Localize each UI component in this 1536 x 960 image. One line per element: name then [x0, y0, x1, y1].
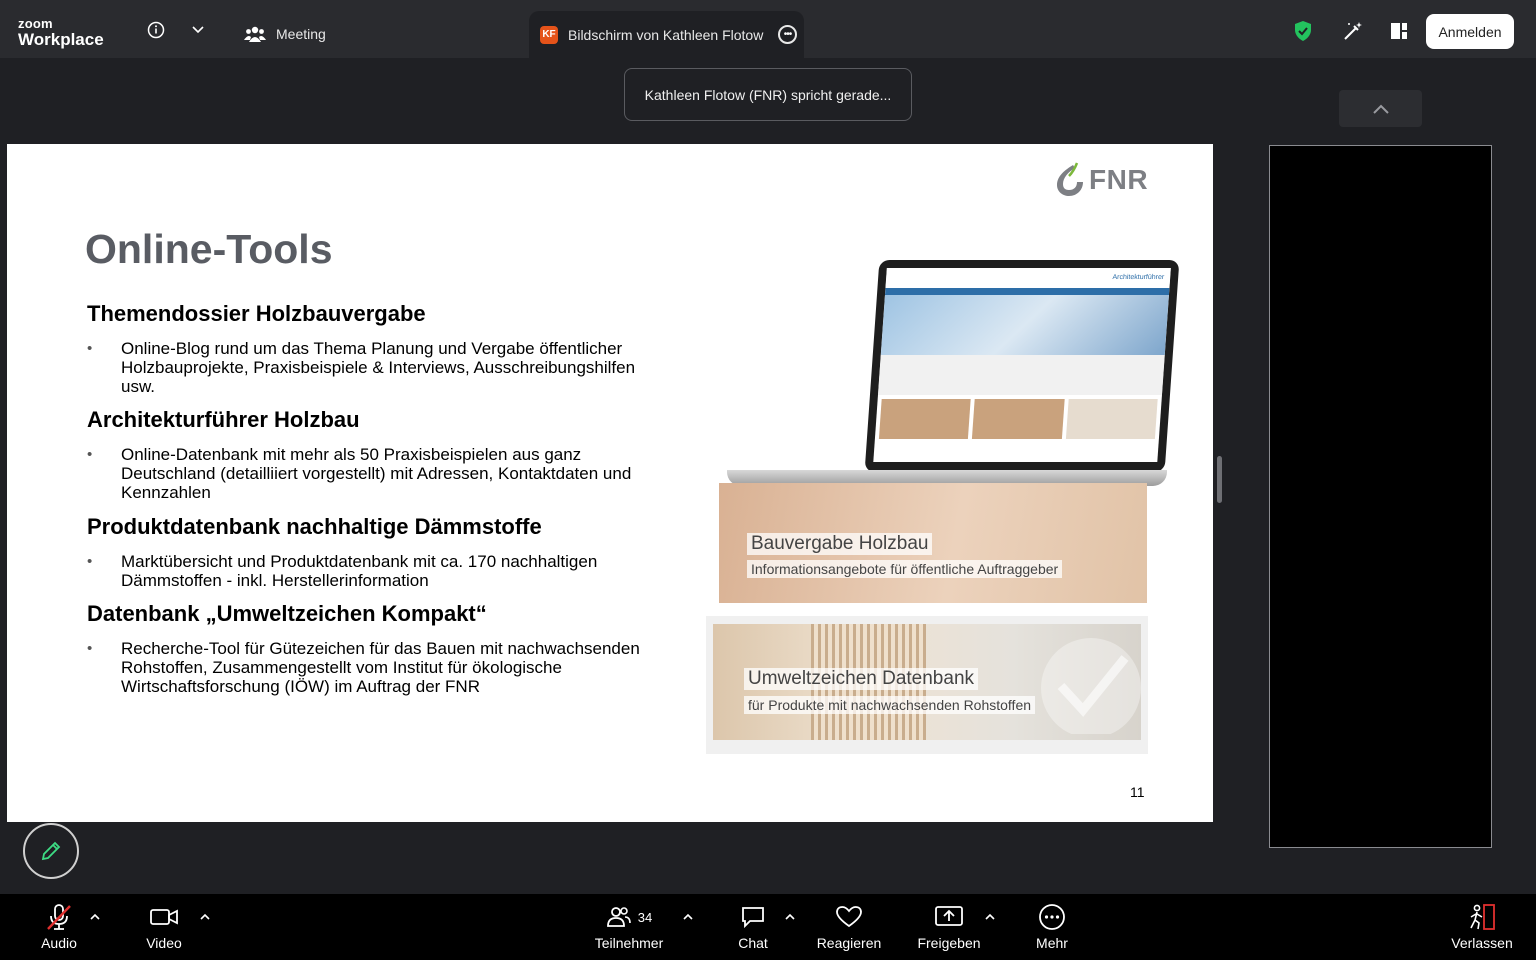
section-daemmstoffe: Produktdatenbank nachhaltige Dämmstoffe …: [87, 514, 647, 590]
chat-bubble-icon: [742, 907, 764, 929]
collapse-video-panel-button[interactable]: [1339, 90, 1422, 127]
layout-view-icon[interactable]: [1388, 20, 1410, 42]
slide-title: Online-Tools: [85, 226, 333, 272]
share-screen-icon: [935, 906, 963, 926]
heart-icon: [836, 906, 862, 928]
presenter-avatar: KF: [540, 25, 558, 44]
bauvergabe-card: Bauvergabe Holzbau Informationsangebote …: [719, 483, 1147, 603]
security-shield-icon[interactable]: [1292, 20, 1314, 42]
website-preview: Architekturführer: [873, 268, 1171, 462]
fnr-logo-icon: [1057, 162, 1083, 196]
screen-share-tab[interactable]: KF Bildschirm von Kathleen Flotow (F •••: [529, 11, 804, 58]
participants-count: 34: [637, 909, 653, 925]
section-umweltzeichen: Datenbank „Umweltzeichen Kompakt“ Recher…: [87, 601, 647, 696]
chat-options-caret[interactable]: [783, 909, 797, 923]
fnr-logo: FNR: [1053, 162, 1148, 198]
participants-icon: [606, 907, 631, 927]
pencil-icon: [41, 841, 61, 861]
laptop-image: Architekturführer Bauvergabe Holzbau Inf…: [707, 257, 1180, 607]
section-bullet: Online-Blog rund um das Thema Planung un…: [87, 339, 647, 396]
participants-options-caret[interactable]: [681, 909, 695, 923]
fnr-logo-text: FNR: [1089, 164, 1149, 195]
section-architekturfuehrer: Architekturführer Holzbau Online-Datenba…: [87, 407, 647, 502]
screen-share-title: Bildschirm von Kathleen Flotow (F: [568, 26, 768, 43]
section-heading: Produktdatenbank nachhaltige Dämmstoffe: [87, 514, 542, 539]
signin-button[interactable]: Anmelden: [1426, 14, 1514, 49]
reactions-button[interactable]: Reagieren: [804, 900, 894, 951]
leave-door-icon: [1470, 904, 1495, 930]
slide-page-number: 11: [1130, 784, 1145, 800]
magic-wand-icon[interactable]: [1342, 20, 1364, 42]
zoom-workplace-logo: zoom Workplace: [18, 16, 104, 49]
annotate-button[interactable]: [23, 823, 79, 879]
more-button[interactable]: Mehr: [1007, 900, 1097, 951]
section-holzbauvergabe: Themendossier Holzbauvergabe Online-Blog…: [87, 301, 647, 396]
zoom-window: zoom Workplace Meeting KF Bildschirm von…: [0, 0, 1536, 960]
section-bullet: Online-Datenbank mit mehr als 50 Praxisb…: [87, 445, 647, 502]
info-icon[interactable]: [146, 20, 166, 40]
participants-icon: [244, 26, 266, 42]
participant-video-panel: [1269, 145, 1492, 848]
top-bar: zoom Workplace Meeting KF Bildschirm von…: [0, 0, 1536, 58]
meeting-tab[interactable]: Meeting: [244, 20, 326, 48]
audio-options-caret[interactable]: [88, 909, 102, 923]
laptop-screen: Architekturführer: [864, 260, 1180, 472]
section-heading: Architekturführer Holzbau: [87, 407, 360, 432]
share-options-caret[interactable]: [983, 909, 997, 923]
video-button[interactable]: Video: [119, 900, 209, 951]
microphone-muted-icon: [47, 904, 71, 930]
chevron-down-icon[interactable]: [190, 22, 206, 38]
audio-button[interactable]: Audio: [14, 900, 104, 951]
leave-meeting-button[interactable]: Verlassen: [1437, 900, 1527, 951]
meeting-tab-label: Meeting: [276, 26, 326, 42]
participants-button[interactable]: 34 Teilnehmer: [584, 900, 674, 951]
more-options-icon[interactable]: •••: [778, 25, 797, 44]
card-title: Umweltzeichen Datenbank: [744, 668, 979, 690]
chat-button[interactable]: Chat: [708, 900, 798, 951]
resize-handle[interactable]: [1217, 456, 1222, 503]
video-camera-icon: [150, 909, 178, 925]
shared-slide: FNR Online-Tools Themendossier Holzbauve…: [7, 144, 1213, 822]
section-bullet: Marktübersicht und Produktdatenbank mit …: [87, 552, 647, 590]
section-bullet: Recherche-Tool für Gütezeichen für das B…: [87, 639, 647, 696]
meeting-toolbar: Audio Video 34 Teilnehmer Chat Reagieren…: [0, 894, 1536, 960]
umweltzeichen-card: Umweltzeichen Datenbank für Produkte mit…: [706, 616, 1148, 754]
share-screen-button[interactable]: Freigeben: [904, 900, 994, 951]
video-options-caret[interactable]: [198, 909, 212, 923]
active-speaker-notice: Kathleen Flotow (FNR) spricht gerade...: [624, 68, 912, 121]
website-preview-title: Architekturführer: [1112, 274, 1165, 281]
card-subtitle: für Produkte mit nachwachsenden Rohstoff…: [744, 696, 1036, 714]
card-title: Bauvergabe Holzbau: [747, 533, 933, 555]
card-subtitle: Informationsangebote für öffentliche Auf…: [747, 560, 1063, 578]
check-seal-icon: [1041, 638, 1141, 734]
section-heading: Datenbank „Umweltzeichen Kompakt“: [87, 601, 487, 626]
more-icon: [1039, 904, 1065, 930]
chevron-up-icon: [1372, 104, 1389, 114]
section-heading: Themendossier Holzbauvergabe: [87, 301, 426, 326]
